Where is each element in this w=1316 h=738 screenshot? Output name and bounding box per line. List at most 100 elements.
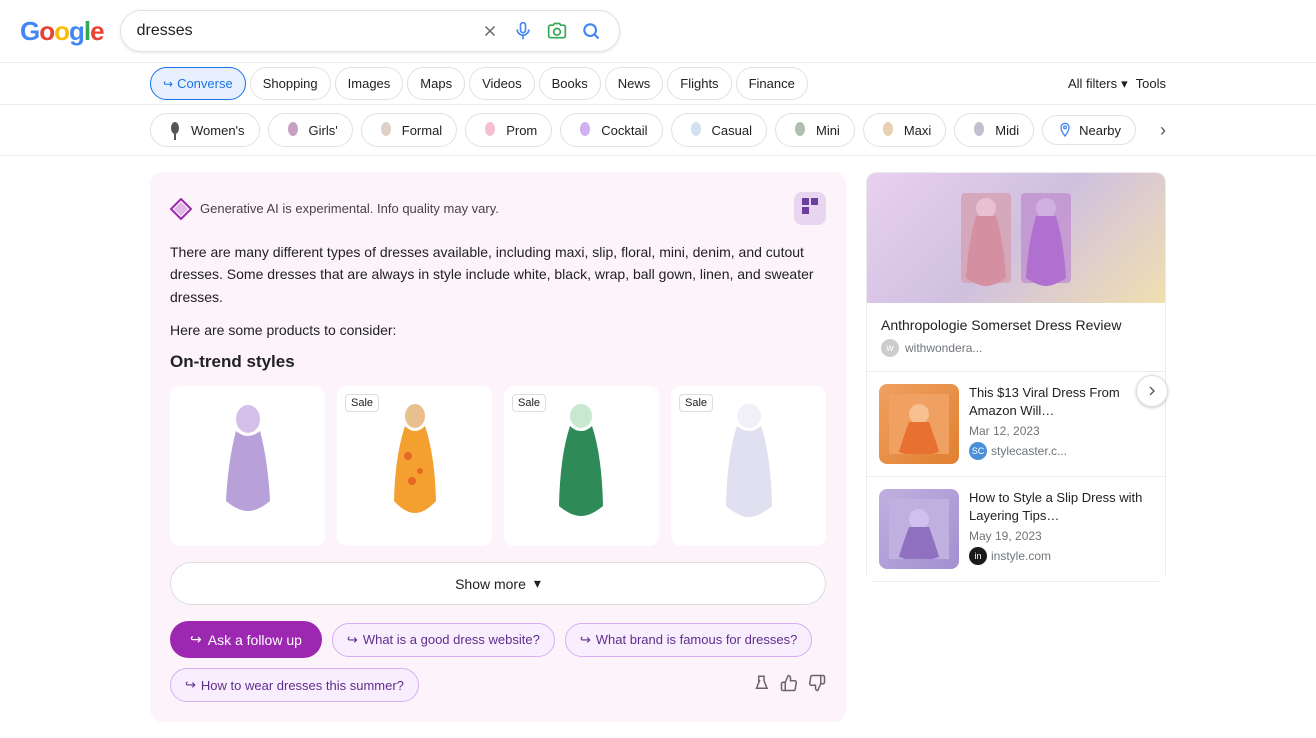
- suggestion-chip-3[interactable]: ↪ How to wear dresses this summer?: [170, 668, 419, 702]
- side-article-avatar-1: SC: [969, 442, 987, 460]
- maxi-icon: [878, 120, 898, 140]
- clear-button[interactable]: [479, 20, 501, 42]
- converse-tab-icon: ↪: [163, 77, 173, 91]
- side-articles: This $13 Viral Dress From Amazon Will… M…: [866, 371, 1166, 582]
- microphone-icon: [513, 21, 533, 41]
- feedback-beaker-button[interactable]: [752, 674, 770, 697]
- tab-images[interactable]: Images: [335, 67, 404, 100]
- side-article-content-1: This $13 Viral Dress From Amazon Will… M…: [969, 384, 1153, 464]
- videos-tab-label: Videos: [482, 76, 522, 91]
- dress-svg-4: [719, 401, 779, 531]
- ai-header-left: Generative AI is experimental. Info qual…: [170, 198, 499, 220]
- filter-chip-mini[interactable]: Mini: [775, 113, 855, 147]
- article-source-row: w withwondera...: [881, 339, 1151, 357]
- suggestion-chip-2[interactable]: ↪ What brand is famous for dresses?: [565, 623, 813, 657]
- suggestion-chip-1[interactable]: ↪ What is a good dress website?: [332, 623, 555, 657]
- ai-panel: Generative AI is experimental. Info qual…: [150, 172, 846, 722]
- sale-badge-4: Sale: [679, 394, 713, 412]
- maps-tab-label: Maps: [420, 76, 452, 91]
- filter-chips-row: Women's Girls' Formal Prom Cocktail Casu…: [0, 105, 1316, 156]
- google-logo[interactable]: Google: [20, 16, 104, 47]
- product-card-1[interactable]: [170, 386, 325, 546]
- follow-up-row: ↪ Ask a follow up ↪ What is a good dress…: [170, 621, 826, 702]
- main-article-card[interactable]: Anthropologie Somerset Dress Review w wi…: [866, 172, 1166, 371]
- filter-row-wrap: Women's Girls' Formal Prom Cocktail Casu…: [0, 105, 1316, 156]
- sale-badge-2: Sale: [345, 394, 379, 412]
- all-filters-button[interactable]: All filters ▾: [1068, 76, 1128, 92]
- dress-svg-3: [554, 401, 609, 531]
- tab-converse[interactable]: ↪ Converse: [150, 67, 246, 100]
- ask-follow-up-button[interactable]: ↪ Ask a follow up: [170, 621, 322, 658]
- feedback-icons: [752, 674, 826, 697]
- products-grid: Sale Sale: [170, 386, 826, 546]
- product-card-3[interactable]: Sale: [504, 386, 659, 546]
- suggestion-label-1: What is a good dress website?: [363, 632, 540, 647]
- dress-image-1: [170, 396, 325, 536]
- ai-header: Generative AI is experimental. Info qual…: [170, 192, 826, 225]
- camera-icon: [547, 21, 567, 41]
- chip-maxi-label: Maxi: [904, 123, 931, 138]
- side-article-content-2: How to Style a Slip Dress with Layering …: [969, 489, 1153, 569]
- product-card-2[interactable]: Sale: [337, 386, 492, 546]
- chip-cocktail-label: Cocktail: [601, 123, 647, 138]
- article-image-svg: [956, 188, 1076, 288]
- filter-chip-cocktail[interactable]: Cocktail: [560, 113, 662, 147]
- google-search-button[interactable]: [579, 19, 603, 43]
- cocktail-icon: [575, 120, 595, 140]
- tab-maps[interactable]: Maps: [407, 67, 465, 100]
- books-tab-label: Books: [552, 76, 588, 91]
- dress-svg-1: [218, 401, 278, 531]
- nav-tabs: ↪ Converse Shopping Images Maps Videos B…: [0, 63, 1316, 105]
- tools-button[interactable]: Tools: [1136, 76, 1166, 91]
- dress-svg-2: [390, 401, 440, 531]
- flights-tab-label: Flights: [680, 76, 718, 91]
- thumbs-down-button[interactable]: [808, 674, 826, 697]
- suggestion-arrow-icon-2: ↪: [580, 632, 591, 648]
- chip-mini-label: Mini: [816, 123, 840, 138]
- womens-icon: [165, 120, 185, 140]
- search-input[interactable]: [137, 22, 469, 40]
- right-panel: Anthropologie Somerset Dress Review w wi…: [866, 172, 1166, 722]
- tab-shopping[interactable]: Shopping: [250, 67, 331, 100]
- nav-right: All filters ▾ Tools: [1068, 76, 1166, 92]
- article-main-content: Anthropologie Somerset Dress Review w wi…: [867, 303, 1165, 371]
- images-tab-label: Images: [348, 76, 391, 91]
- ask-follow-up-label: Ask a follow up: [208, 632, 302, 648]
- tab-finance[interactable]: Finance: [736, 67, 808, 100]
- filter-chip-casual[interactable]: Casual: [671, 113, 767, 147]
- ai-section-title: On-trend styles: [170, 352, 826, 372]
- tab-books[interactable]: Books: [539, 67, 601, 100]
- side-article-date-1: Mar 12, 2023: [969, 424, 1153, 438]
- product-card-4[interactable]: Sale: [671, 386, 826, 546]
- chevron-down-icon: ▾: [534, 575, 541, 592]
- articles-next-button[interactable]: [1136, 375, 1168, 407]
- ai-products-intro: Here are some products to consider:: [170, 322, 826, 338]
- thumbs-up-button[interactable]: [780, 674, 798, 697]
- tab-news[interactable]: News: [605, 67, 664, 100]
- filter-chip-formal[interactable]: Formal: [361, 113, 457, 147]
- side-article-2[interactable]: How to Style a Slip Dress with Layering …: [866, 477, 1166, 582]
- search-icons: [479, 19, 603, 43]
- prom-icon: [480, 120, 500, 140]
- ai-notice-text: Generative AI is experimental. Info qual…: [200, 201, 499, 216]
- beaker-icon: [752, 674, 770, 692]
- filter-next-arrow[interactable]: ›: [1160, 120, 1166, 141]
- tools-label: Tools: [1136, 76, 1166, 91]
- filter-chip-nearby[interactable]: Nearby: [1042, 115, 1136, 145]
- tab-flights[interactable]: Flights: [667, 67, 731, 100]
- chip-casual-label: Casual: [712, 123, 752, 138]
- filter-chip-womens[interactable]: Women's: [150, 113, 260, 147]
- filter-chip-prom[interactable]: Prom: [465, 113, 552, 147]
- show-more-button[interactable]: Show more ▾: [170, 562, 826, 605]
- side-article-title-2: How to Style a Slip Dress with Layering …: [969, 489, 1153, 525]
- ai-grid-view-button[interactable]: [794, 192, 826, 225]
- formal-icon: [376, 120, 396, 140]
- tab-videos[interactable]: Videos: [469, 67, 535, 100]
- side-article-source-1: stylecaster.c...: [991, 444, 1067, 458]
- side-article-1[interactable]: This $13 Viral Dress From Amazon Will… M…: [866, 371, 1166, 477]
- voice-search-button[interactable]: [511, 19, 535, 43]
- filter-chip-midi[interactable]: Midi: [954, 113, 1034, 147]
- filter-chip-maxi[interactable]: Maxi: [863, 113, 946, 147]
- image-search-button[interactable]: [545, 19, 569, 43]
- filter-chip-girls[interactable]: Girls': [268, 113, 353, 147]
